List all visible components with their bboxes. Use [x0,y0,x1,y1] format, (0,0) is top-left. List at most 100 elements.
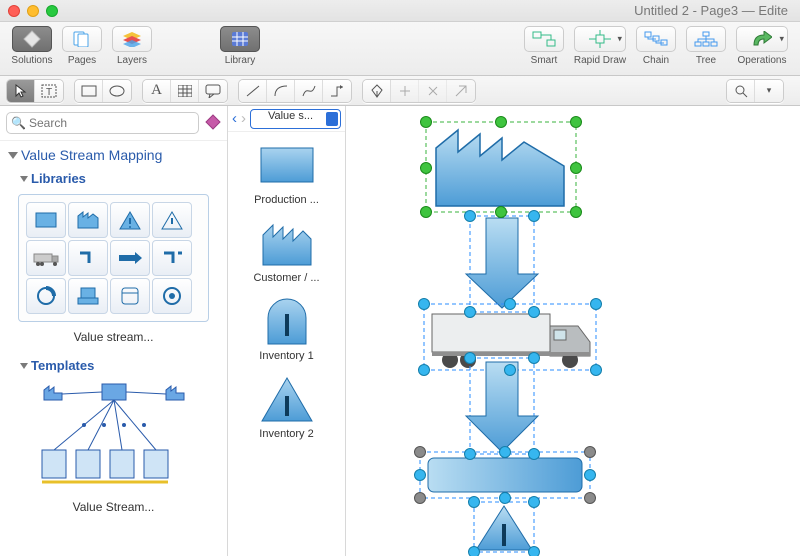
window-title: Untitled 2 - Page3 — Edite [58,3,792,18]
panel-toggle-group: Solutions Pages Layers [8,26,156,66]
rapid-icon [589,30,611,48]
selection-handle[interactable] [418,364,430,376]
selection-handle[interactable] [570,206,582,218]
selection-handle[interactable] [468,496,480,508]
selection-handle[interactable] [420,116,432,128]
selection-handle[interactable] [528,306,540,318]
tool-rail: T A ▾ [0,76,800,106]
minimize-window-button[interactable] [27,5,39,17]
selection-handle[interactable] [584,469,596,481]
convert-point-tool[interactable] [447,80,475,102]
palette-selector[interactable]: Value s... [250,109,341,129]
selection-handle[interactable] [420,206,432,218]
pen-icon [370,84,384,98]
callout-tool[interactable] [199,80,227,102]
letter-a-icon: A [151,82,162,99]
tree-templates[interactable]: Templates [0,354,227,377]
selection-handle[interactable] [414,492,426,504]
operations-button[interactable]: ▾ Operations [732,26,792,66]
smart-button[interactable]: Smart [520,26,568,66]
pen-tool[interactable] [363,80,391,102]
selection-handle[interactable] [495,206,507,218]
selection-handle[interactable] [418,298,430,310]
connector-icon [329,84,345,98]
chain-button[interactable]: Chain [632,26,680,66]
text-frame-tool[interactable]: T [35,80,63,102]
selection-handle[interactable] [528,496,540,508]
selection-handle[interactable] [584,492,596,504]
rapid-draw-button[interactable]: ▾ Rapid Draw [570,26,630,66]
selection-handle[interactable] [414,446,426,458]
solutions-home-icon[interactable] [205,114,221,133]
selection-handle[interactable] [528,546,540,556]
spline-tool[interactable] [295,80,323,102]
arc-icon [273,84,289,98]
selection-handle[interactable] [504,298,516,310]
palette-forward-button[interactable]: › [241,110,246,127]
tree-root[interactable]: Value Stream Mapping [0,141,227,167]
selection-handle[interactable] [499,446,511,458]
selection-handle[interactable] [495,116,507,128]
tree-libraries[interactable]: Libraries [0,167,227,190]
selection-handle[interactable] [464,352,476,364]
pointer-tool[interactable] [7,80,35,102]
remove-point-tool[interactable] [419,80,447,102]
palette-item-customer[interactable]: Customer / ... [228,210,345,288]
library-button[interactable]: Library [216,26,264,66]
main-toolbar: Solutions Pages Layers Library Smart ▾ R… [0,22,800,76]
zoom-window-button[interactable] [46,5,58,17]
selection-handle[interactable] [590,364,602,376]
selection-handle[interactable] [420,162,432,174]
selection-handle[interactable] [414,469,426,481]
selection-handle[interactable] [528,352,540,364]
selection-handle[interactable] [528,210,540,222]
table-tool[interactable] [171,80,199,102]
table-icon [178,85,192,97]
text-frame-icon: T [41,84,57,98]
selection-handle[interactable] [468,546,480,556]
spline-icon [301,84,317,98]
zoom-tool[interactable] [727,80,755,102]
selection-handle[interactable] [570,162,582,174]
selection-handle[interactable] [570,116,582,128]
search-field[interactable]: 🔍 [6,112,199,134]
selection-handle[interactable] [499,492,511,504]
line-tool[interactable] [239,80,267,102]
rect-tool[interactable] [75,80,103,102]
selection-handle[interactable] [504,364,516,376]
canvas-shape-truck[interactable] [424,304,596,370]
ellipse-tool[interactable] [103,80,131,102]
solutions-button[interactable]: Solutions [8,26,56,66]
tree-icon [694,31,718,47]
palette-item-production[interactable]: Production ... [228,132,345,210]
zoom-dropdown[interactable]: ▾ [755,80,783,102]
rect-icon [81,85,97,97]
palette-item-inventory2[interactable]: Inventory 2 [228,366,345,444]
canvas-shape-inventory[interactable] [474,502,534,552]
canvas-shape-arrow-2[interactable] [466,358,538,454]
canvas-shape-factory[interactable] [426,122,576,212]
palette-back-button[interactable]: ‹ [232,110,237,127]
library-thumbnail[interactable] [18,194,209,322]
pages-button[interactable]: Pages [58,26,106,66]
selection-handle[interactable] [464,210,476,222]
drawing-canvas[interactable] [346,106,800,556]
canvas-shape-arrow-1[interactable] [466,216,538,312]
palette-item-inventory1[interactable]: Inventory 1 [228,288,345,366]
text-tool[interactable]: A [143,80,171,102]
selection-handle[interactable] [584,446,596,458]
layers-button[interactable]: Layers [108,26,156,66]
tree-button[interactable]: Tree [682,26,730,66]
selection-handle[interactable] [464,306,476,318]
library-palette: ‹ › Value s... Production ... Customer /… [228,106,346,556]
add-point-tool[interactable] [391,80,419,102]
arc-tool[interactable] [267,80,295,102]
selection-handle[interactable] [590,298,602,310]
search-input[interactable] [6,112,199,134]
connector-tool[interactable] [323,80,351,102]
close-window-button[interactable] [8,5,20,17]
svg-text:T: T [46,87,52,98]
selection-handle[interactable] [464,448,476,460]
template-thumbnail[interactable] [18,379,209,494]
selection-handle[interactable] [528,448,540,460]
